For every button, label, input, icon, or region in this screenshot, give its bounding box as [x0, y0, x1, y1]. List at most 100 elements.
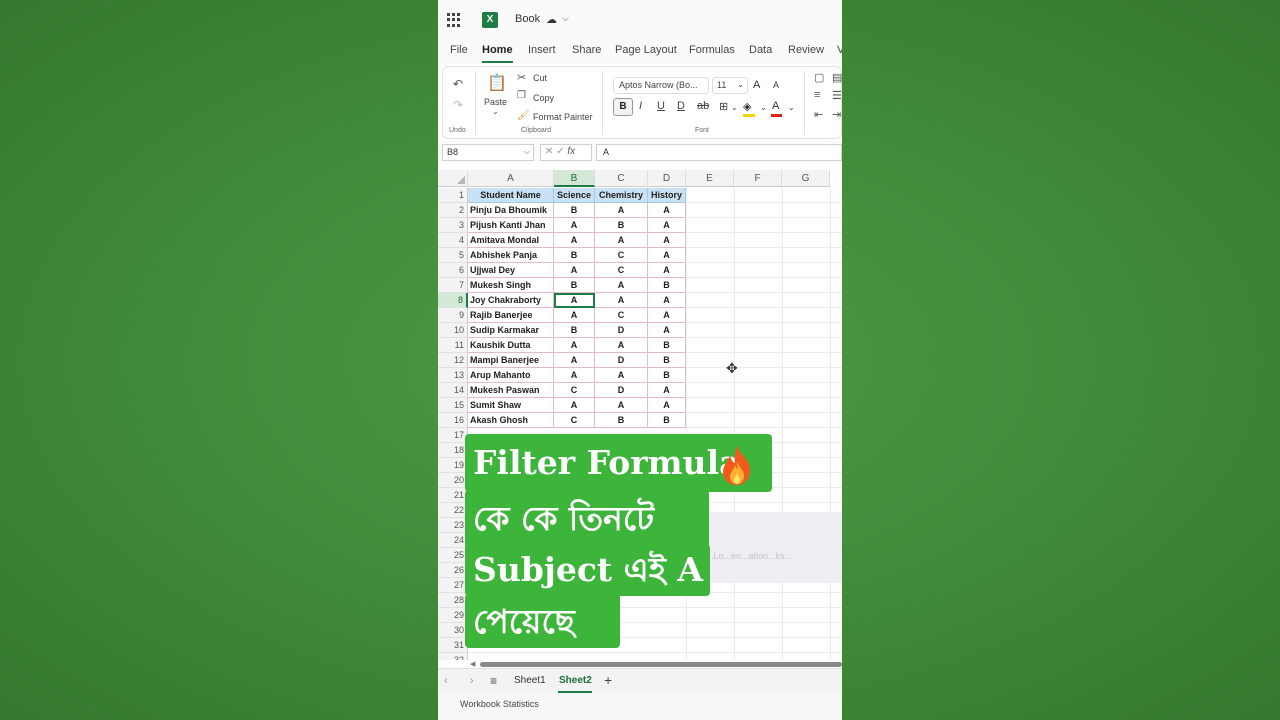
row-header[interactable]: 14 [438, 383, 468, 398]
table-header-cell[interactable]: History [648, 188, 686, 203]
grade-cell[interactable]: A [648, 248, 686, 263]
student-name-cell[interactable]: Rajib Banerjee [468, 308, 554, 323]
row-header[interactable]: 22 [438, 503, 468, 518]
grade-cell[interactable]: A [648, 218, 686, 233]
row-header[interactable]: 6 [438, 263, 468, 278]
grade-cell[interactable]: A [595, 293, 648, 308]
grade-cell[interactable]: B [595, 413, 648, 428]
row-header[interactable]: 11 [438, 338, 468, 353]
undo-icon[interactable]: ↶ [453, 77, 463, 91]
column-header-a[interactable]: A [468, 170, 554, 187]
grade-cell[interactable]: A [554, 398, 595, 413]
insert-function-icon[interactable]: fx [567, 146, 575, 157]
workbook-statistics[interactable]: Workbook Statistics [460, 699, 539, 709]
grade-cell[interactable]: A [648, 203, 686, 218]
row-header[interactable]: 24 [438, 533, 468, 548]
student-name-cell[interactable]: Ujjwal Dey [468, 263, 554, 278]
double-underline-button[interactable]: D [677, 100, 685, 112]
bold-button[interactable]: B [613, 98, 633, 116]
strikethrough-button[interactable]: ab [697, 100, 709, 112]
grade-cell[interactable]: A [595, 278, 648, 293]
student-name-cell[interactable]: Sudip Karmakar [468, 323, 554, 338]
grade-cell[interactable]: A [648, 323, 686, 338]
student-name-cell[interactable]: Pinju Da Bhoumik [468, 203, 554, 218]
row-header[interactable]: 15 [438, 398, 468, 413]
chevron-down-icon[interactable]: ⌄ [731, 103, 738, 112]
table-header-cell[interactable]: Chemistry [595, 188, 648, 203]
student-name-cell[interactable]: Pijush Kanti Jhan [468, 218, 554, 233]
grade-cell[interactable]: A [595, 338, 648, 353]
grade-cell[interactable]: A [648, 293, 686, 308]
grade-cell[interactable]: A [648, 383, 686, 398]
row-header[interactable]: 28 [438, 593, 468, 608]
tab-insert[interactable]: Insert [528, 44, 556, 56]
grade-cell[interactable]: D [595, 383, 648, 398]
row-header[interactable]: 29 [438, 608, 468, 623]
row-header[interactable]: 23 [438, 518, 468, 533]
grade-cell[interactable]: A [554, 338, 595, 353]
tab-data[interactable]: Data [749, 44, 772, 56]
grade-cell[interactable]: A [595, 368, 648, 383]
font-name-select[interactable]: Aptos Narrow (Bo... [613, 77, 709, 94]
grade-cell[interactable]: C [554, 383, 595, 398]
grade-cell[interactable]: A [554, 263, 595, 278]
scissors-icon[interactable]: ✂ [517, 71, 526, 84]
row-header[interactable]: 12 [438, 353, 468, 368]
copy-icon[interactable]: ❐ [517, 90, 526, 101]
grade-cell[interactable]: A [554, 308, 595, 323]
grade-cell[interactable]: A [595, 398, 648, 413]
grade-cell[interactable]: B [648, 413, 686, 428]
chevron-down-icon[interactable]: ⌄ [492, 107, 499, 116]
student-name-cell[interactable]: Mampi Banerjee [468, 353, 554, 368]
grade-cell[interactable]: B [595, 218, 648, 233]
grade-cell[interactable]: C [595, 263, 648, 278]
grade-cell[interactable]: A [648, 233, 686, 248]
tab-view[interactable]: V [837, 44, 842, 56]
format-painter-button[interactable]: Format Painter [533, 112, 593, 122]
row-header[interactable]: 32 [438, 653, 468, 660]
tab-review[interactable]: Review [788, 44, 824, 56]
copy-button[interactable]: Copy [533, 93, 554, 103]
sheet-tab-sheet2[interactable]: Sheet2 [559, 675, 592, 686]
column-header-d[interactable]: D [648, 170, 686, 187]
row-header[interactable]: 27 [438, 578, 468, 593]
grade-cell[interactable]: C [554, 413, 595, 428]
grade-cell[interactable]: C [595, 308, 648, 323]
add-sheet-button[interactable]: + [604, 672, 612, 688]
column-header-b[interactable]: B [554, 170, 595, 187]
row-header[interactable]: 16 [438, 413, 468, 428]
select-all-corner[interactable] [438, 170, 468, 187]
student-name-cell[interactable]: Amitava Mondal [468, 233, 554, 248]
student-name-cell[interactable]: Abhishek Panja [468, 248, 554, 263]
chevron-right-icon[interactable]: › [470, 675, 474, 687]
grade-cell[interactable]: A [648, 308, 686, 323]
row-header[interactable]: 9 [438, 308, 468, 323]
grade-cell[interactable]: D [595, 323, 648, 338]
student-name-cell[interactable]: Arup Mahanto [468, 368, 554, 383]
all-sheets-menu-icon[interactable]: ≡ [490, 674, 497, 688]
grade-cell[interactable]: C [595, 248, 648, 263]
tab-page-layout[interactable]: Page Layout [615, 44, 677, 56]
row-header[interactable]: 10 [438, 323, 468, 338]
grade-cell[interactable]: A [554, 353, 595, 368]
row-header[interactable]: 2 [438, 203, 468, 218]
borders-icon[interactable]: ⊞ [719, 100, 728, 113]
tab-file[interactable]: File [450, 44, 468, 56]
row-header[interactable]: 5 [438, 248, 468, 263]
formula-input[interactable]: A [596, 144, 842, 161]
format-painter-icon[interactable]: 🖌 [517, 110, 530, 121]
grade-cell[interactable]: A [595, 203, 648, 218]
row-header[interactable]: 1 [438, 188, 468, 203]
italic-button[interactable]: I [639, 100, 642, 112]
table-header-cell[interactable]: Science [554, 188, 595, 203]
column-header-g[interactable]: G [782, 170, 830, 187]
horizontal-scrollbar[interactable] [480, 662, 842, 667]
grade-cell[interactable]: A [595, 233, 648, 248]
paste-icon[interactable]: 📋 [487, 73, 507, 93]
font-color-icon[interactable]: A [772, 100, 779, 112]
chevron-left-icon[interactable]: ‹ [444, 675, 448, 687]
font-size-select[interactable]: 11 ⌄ [712, 77, 748, 94]
row-header[interactable]: 17 [438, 428, 468, 443]
align-center-icon[interactable]: ☰ [832, 89, 842, 102]
grade-cell[interactable]: B [648, 278, 686, 293]
